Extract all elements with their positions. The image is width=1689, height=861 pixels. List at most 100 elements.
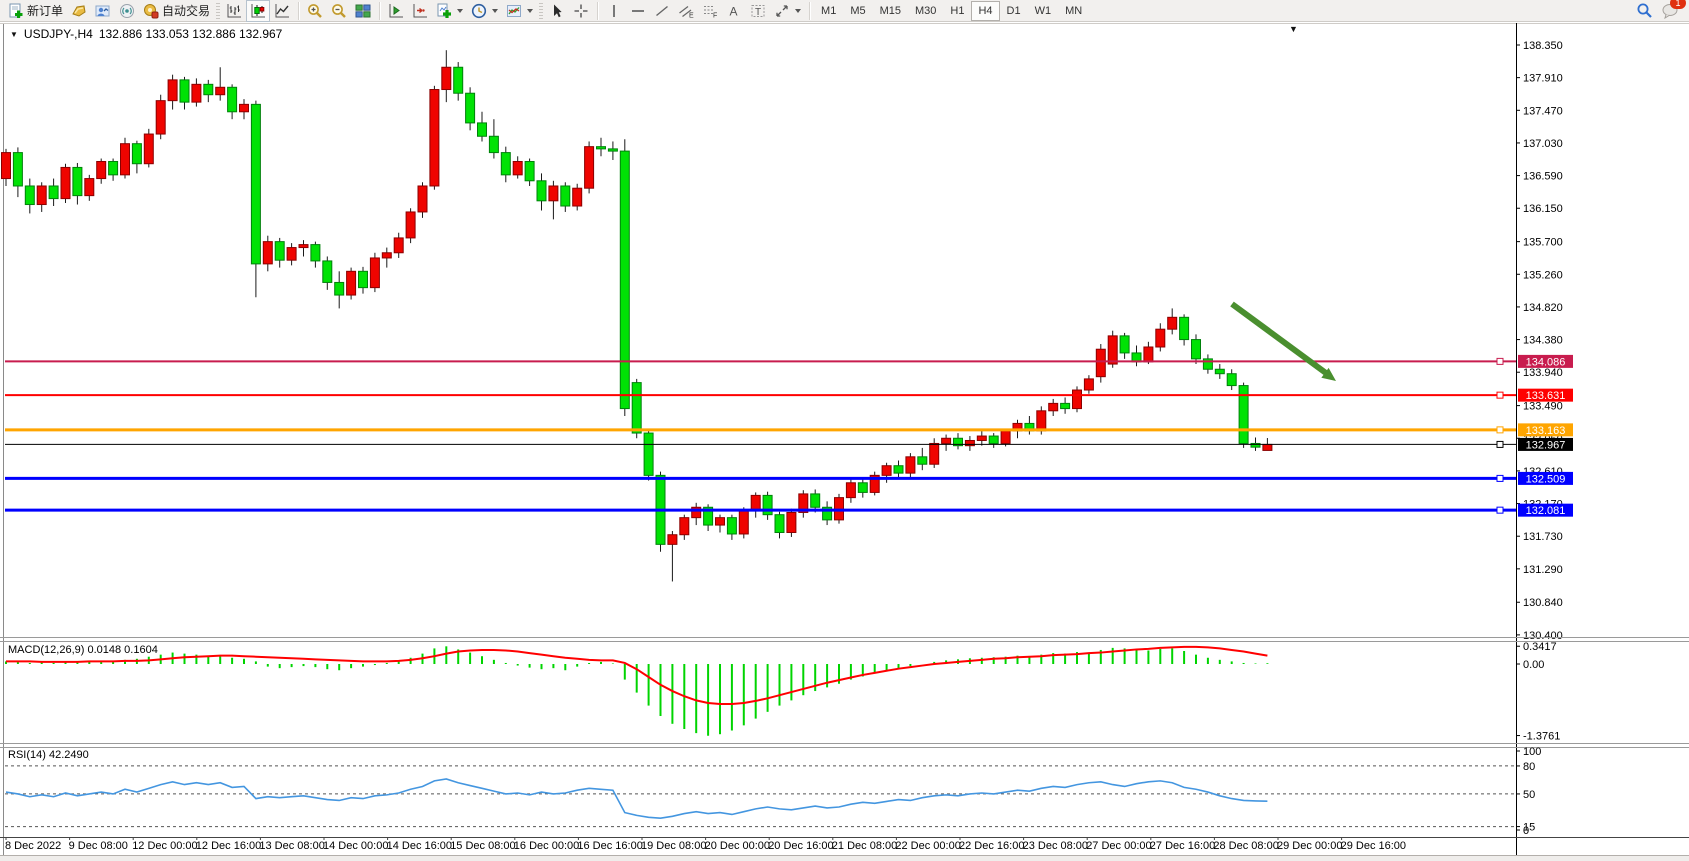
candle-body: [549, 186, 558, 201]
date-axis-label: 23 Dec 08:00: [1023, 840, 1088, 852]
line-handle[interactable]: [1497, 441, 1503, 447]
add-indicator-button[interactable]: [432, 0, 467, 22]
horizontal-line-tool-button[interactable]: [626, 0, 650, 22]
chart-menu-marker-icon[interactable]: ▼: [1289, 24, 1298, 34]
timeframe-button-H4[interactable]: H4: [971, 1, 999, 21]
candle-body: [1263, 444, 1272, 450]
periods-dropdown-caret[interactable]: [492, 9, 498, 13]
candle-body: [347, 271, 356, 295]
toolbar-separator: [298, 2, 299, 20]
auto-trading-button[interactable]: 自动交易: [139, 0, 214, 22]
tile-windows-icon: [355, 3, 371, 19]
candle-body: [906, 457, 915, 473]
macd-indicator-label: MACD(12,26,9) 0.0148 0.1604: [8, 644, 158, 656]
arrows-dropdown-caret[interactable]: [795, 9, 801, 13]
candle-body: [1096, 349, 1105, 376]
candle-body: [109, 161, 118, 174]
bar-chart-button[interactable]: [222, 0, 246, 22]
line-chart-button[interactable]: [270, 0, 294, 22]
zoom-in-button[interactable]: [303, 0, 327, 22]
add-indicator-icon: [436, 3, 452, 19]
text-label-tool-button[interactable]: T: [746, 0, 770, 22]
notifications-button[interactable]: 1: [1657, 0, 1683, 22]
zoom-out-button[interactable]: [327, 0, 351, 22]
svg-text:E: E: [689, 12, 694, 19]
fibonacci-tool-button[interactable]: F: [698, 0, 722, 22]
zoom-out-icon: [331, 3, 347, 19]
price-axis-label: 135.260: [1523, 269, 1563, 281]
trendline-icon: [654, 3, 670, 19]
timeframe-button-M30[interactable]: M30: [908, 1, 943, 21]
timeframe-button-D1[interactable]: D1: [1000, 1, 1028, 21]
candle-body: [442, 67, 451, 89]
equidistant-channel-tool-button[interactable]: E: [674, 0, 698, 22]
line-handle[interactable]: [1497, 427, 1503, 433]
candle-body: [1144, 347, 1153, 362]
candle-body: [418, 186, 427, 212]
candle-body: [537, 181, 546, 201]
price-axis-label: 134.820: [1523, 302, 1563, 314]
candle-body: [275, 242, 284, 261]
date-axis-label: 28 Dec 08:00: [1213, 840, 1278, 852]
candle-body: [37, 186, 46, 205]
timeframe-button-M1[interactable]: M1: [814, 1, 843, 21]
rsi-axis-label: 50: [1523, 789, 1535, 801]
timeframe-button-H1[interactable]: H1: [943, 1, 971, 21]
search-button[interactable]: [1632, 0, 1657, 22]
templates-dropdown-caret[interactable]: [527, 9, 533, 13]
candlestick-chart-icon: [250, 3, 266, 19]
date-axis-label: 19 Dec 08:00: [641, 840, 706, 852]
timeframe-button-M15[interactable]: M15: [873, 1, 908, 21]
cursor-tool-button[interactable]: [545, 0, 569, 22]
line-handle[interactable]: [1497, 507, 1503, 513]
candle-body: [1192, 340, 1201, 359]
periods-button[interactable]: [467, 0, 502, 22]
candle-body: [478, 123, 487, 136]
candle-body: [121, 144, 130, 175]
toolbar-separator: [379, 2, 380, 20]
chart-shift-button[interactable]: [384, 0, 408, 22]
templates-button[interactable]: [502, 0, 537, 22]
market-watch-button[interactable]: [91, 0, 115, 22]
candle-body: [977, 436, 986, 440]
notification-badge: 1: [1670, 0, 1686, 9]
auto-trading-icon: [143, 3, 159, 19]
candlestick-chart-button[interactable]: [246, 0, 270, 22]
text-tool-button[interactable]: A: [722, 0, 746, 22]
new-order-button[interactable]: 新订单: [4, 0, 67, 22]
candle-body: [561, 186, 570, 206]
arrows-tool-button[interactable]: [770, 0, 805, 22]
timeframe-button-W1[interactable]: W1: [1028, 1, 1059, 21]
chart-canvas[interactable]: 138.350137.910137.470137.030136.590136.1…: [0, 0, 1689, 861]
toolbar-grip: [539, 3, 543, 19]
candle-body: [216, 87, 225, 94]
candle-body: [1120, 336, 1129, 353]
line-handle[interactable]: [1497, 358, 1503, 364]
chart-title[interactable]: ▼ USDJPY-,H4 132.886 133.053 132.886 132…: [10, 27, 282, 41]
add-indicator-dropdown-caret[interactable]: [457, 9, 463, 13]
price-axis-label: 137.470: [1523, 105, 1563, 117]
trendline-tool-button[interactable]: [650, 0, 674, 22]
auto-scroll-button[interactable]: [408, 0, 432, 22]
profiles-button[interactable]: [67, 0, 91, 22]
candle-body: [573, 188, 582, 206]
signals-button[interactable]: [115, 0, 139, 22]
candle-body: [382, 253, 391, 258]
line-handle[interactable]: [1497, 392, 1503, 398]
new-order-icon: [8, 3, 24, 19]
candle-body: [1049, 403, 1058, 410]
date-axis-label: 12 Dec 00:00: [132, 840, 197, 852]
date-axis-label: 20 Dec 00:00: [705, 840, 770, 852]
vertical-line-tool-button[interactable]: [602, 0, 626, 22]
crosshair-tool-button[interactable]: [569, 0, 593, 22]
line-handle[interactable]: [1497, 475, 1503, 481]
tile-windows-button[interactable]: [351, 0, 375, 22]
timeframe-button-MN[interactable]: MN: [1058, 1, 1089, 21]
price-axis-label: 131.730: [1523, 531, 1563, 543]
timeframe-button-M5[interactable]: M5: [843, 1, 872, 21]
chart-collapse-icon[interactable]: ▼: [10, 30, 18, 39]
candle-body: [1180, 317, 1189, 339]
candle-body: [132, 144, 141, 164]
candle-body: [989, 436, 998, 443]
price-line-badge-label: 134.086: [1526, 356, 1566, 368]
